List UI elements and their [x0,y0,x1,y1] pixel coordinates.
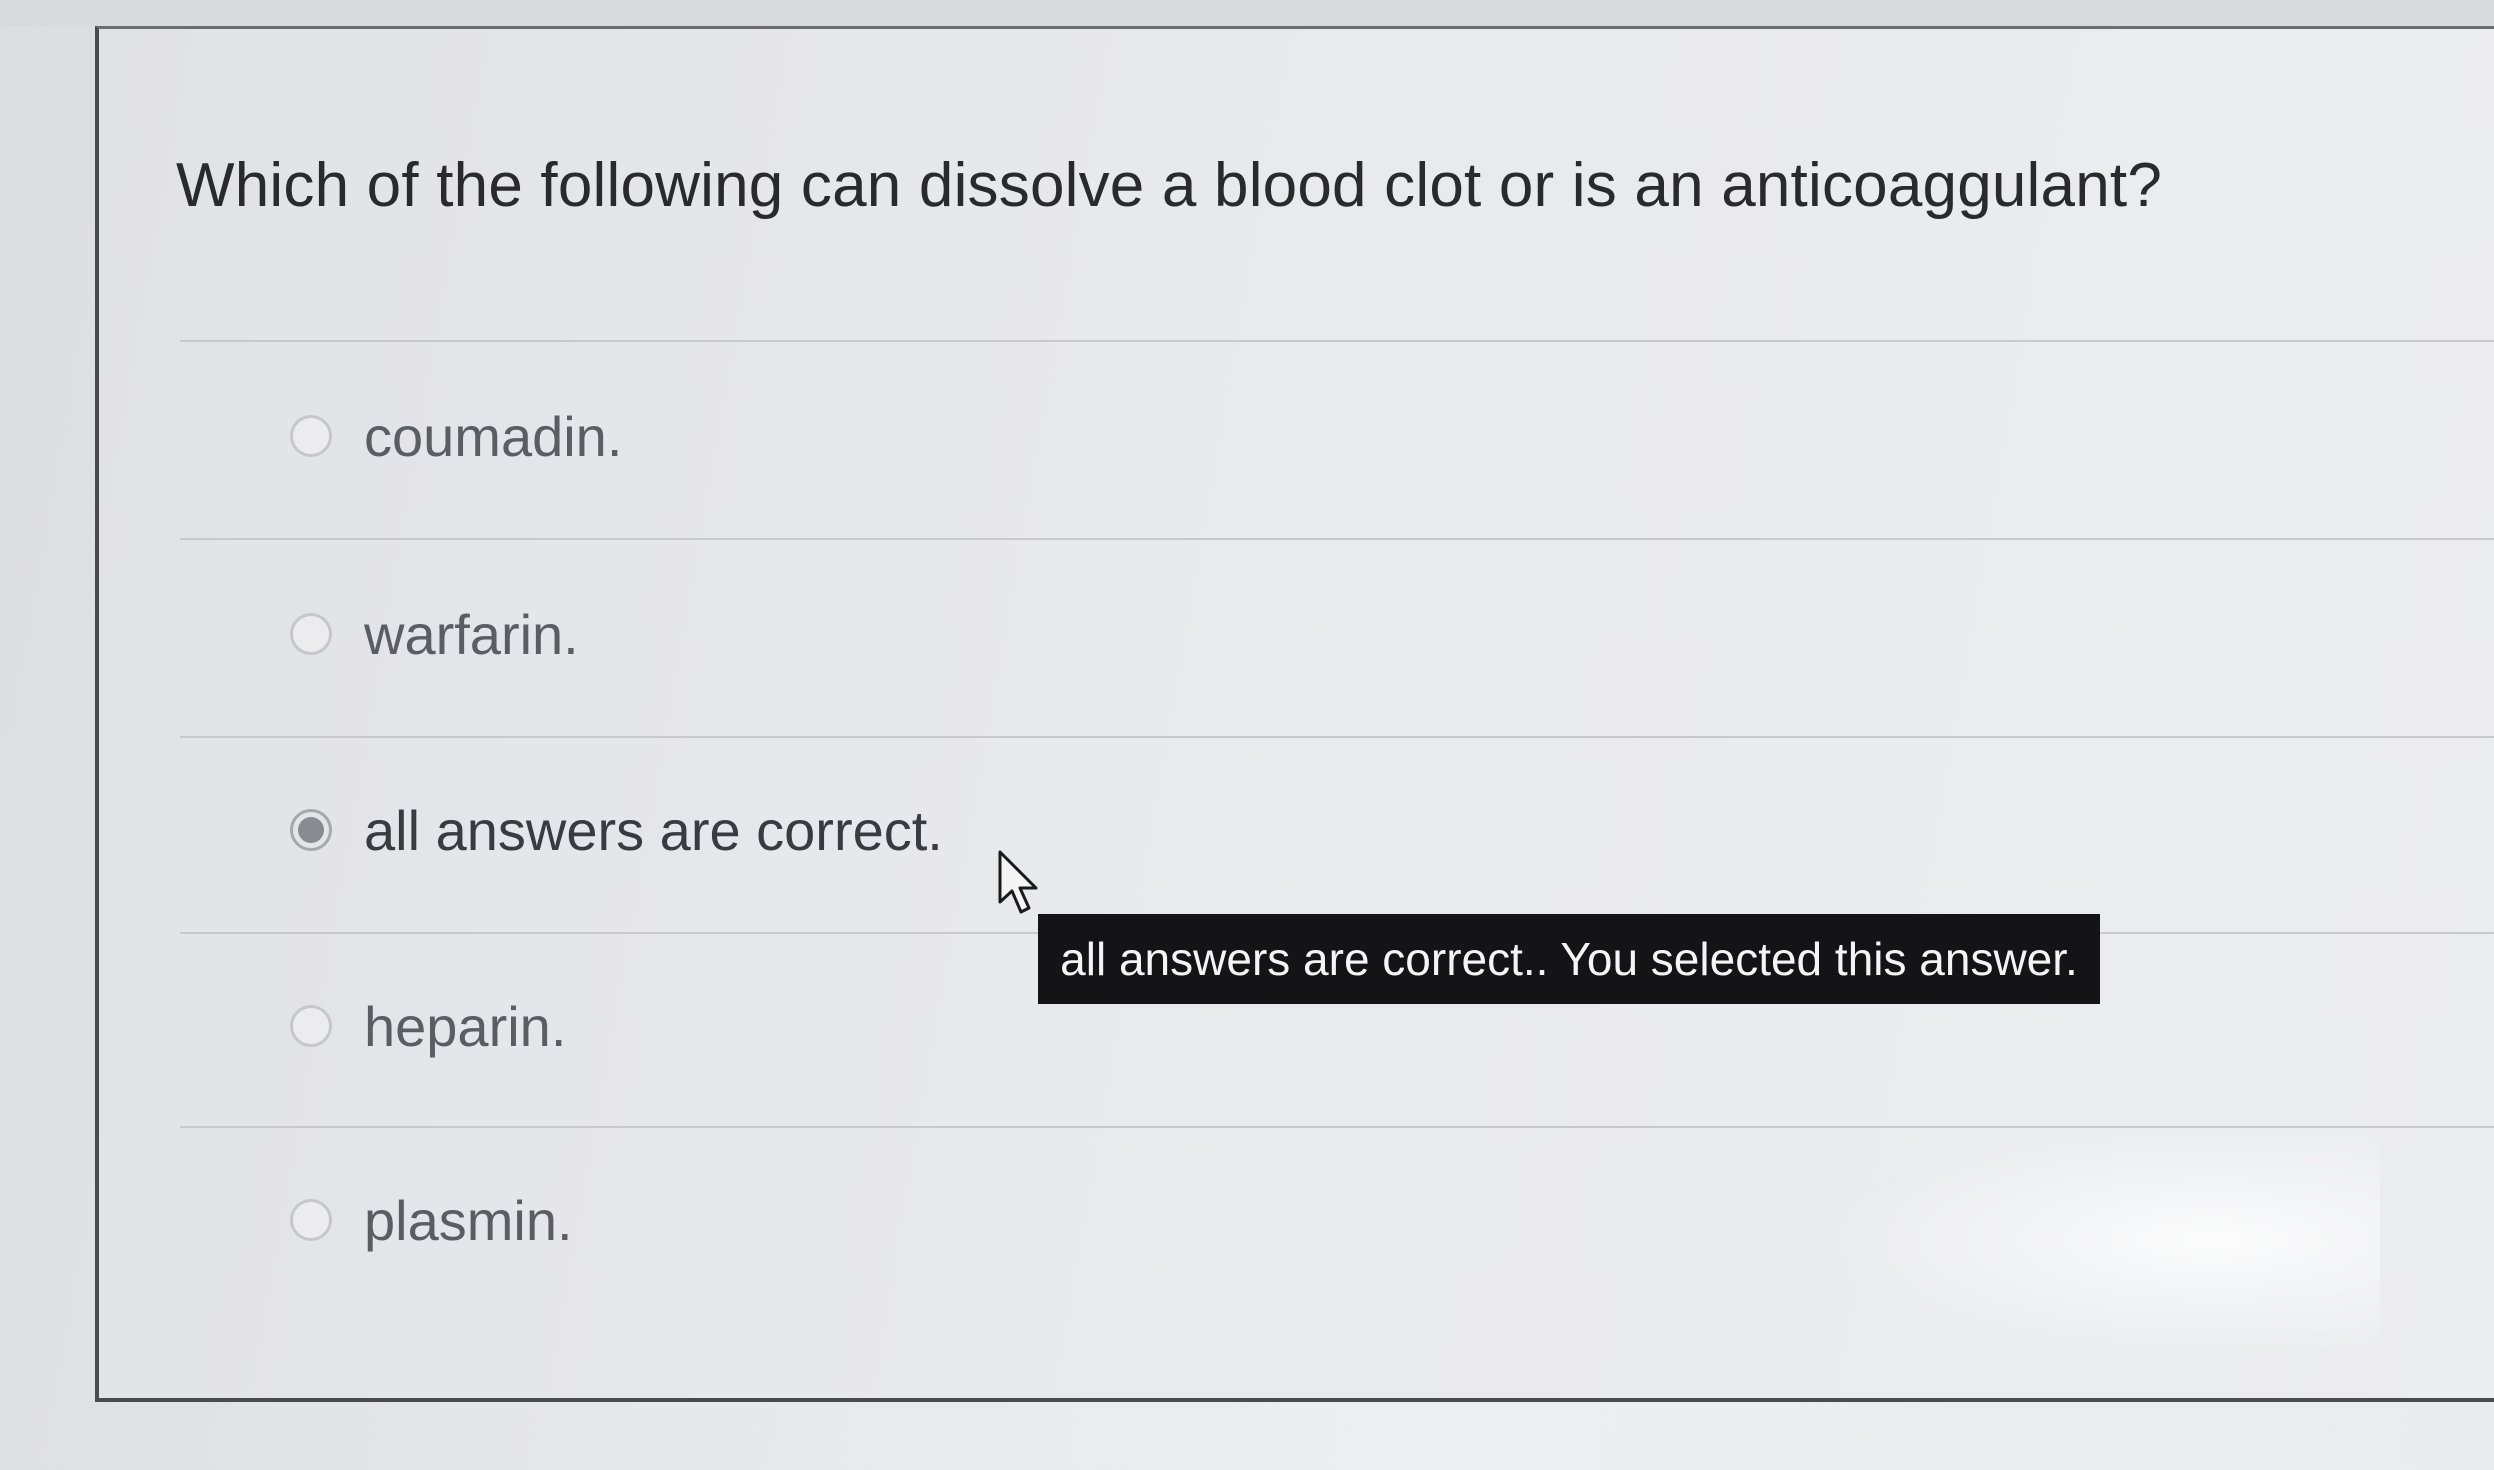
answer-option-coumadin[interactable]: coumadin. [290,386,1690,486]
selection-tooltip: all answers are correct.. You selected t… [1038,914,2100,1004]
radio-button-all-correct[interactable] [290,809,332,851]
divider [180,1126,2494,1128]
question-text: Which of the following can dissolve a bl… [176,151,2163,220]
mouse-pointer-icon [998,850,1038,914]
answer-label-all-correct[interactable]: all answers are correct. [364,798,943,863]
top-strip [0,0,2494,26]
divider [180,340,2494,342]
answer-label-heparin[interactable]: heparin. [364,994,566,1059]
radio-button-warfarin[interactable] [290,613,332,655]
answer-option-all-correct[interactable]: all answers are correct. [290,780,1690,880]
divider [180,736,2494,738]
answer-label-plasmin[interactable]: plasmin. [364,1188,573,1253]
radio-button-heparin[interactable] [290,1005,332,1047]
answer-label-coumadin[interactable]: coumadin. [364,404,622,469]
radio-selected-dot [298,817,324,843]
answer-option-warfarin[interactable]: warfarin. [290,584,1690,684]
radio-button-coumadin[interactable] [290,415,332,457]
answer-option-plasmin[interactable]: plasmin. [290,1170,1690,1270]
radio-button-plasmin[interactable] [290,1199,332,1241]
divider [180,538,2494,540]
answer-label-warfarin[interactable]: warfarin. [364,602,579,667]
